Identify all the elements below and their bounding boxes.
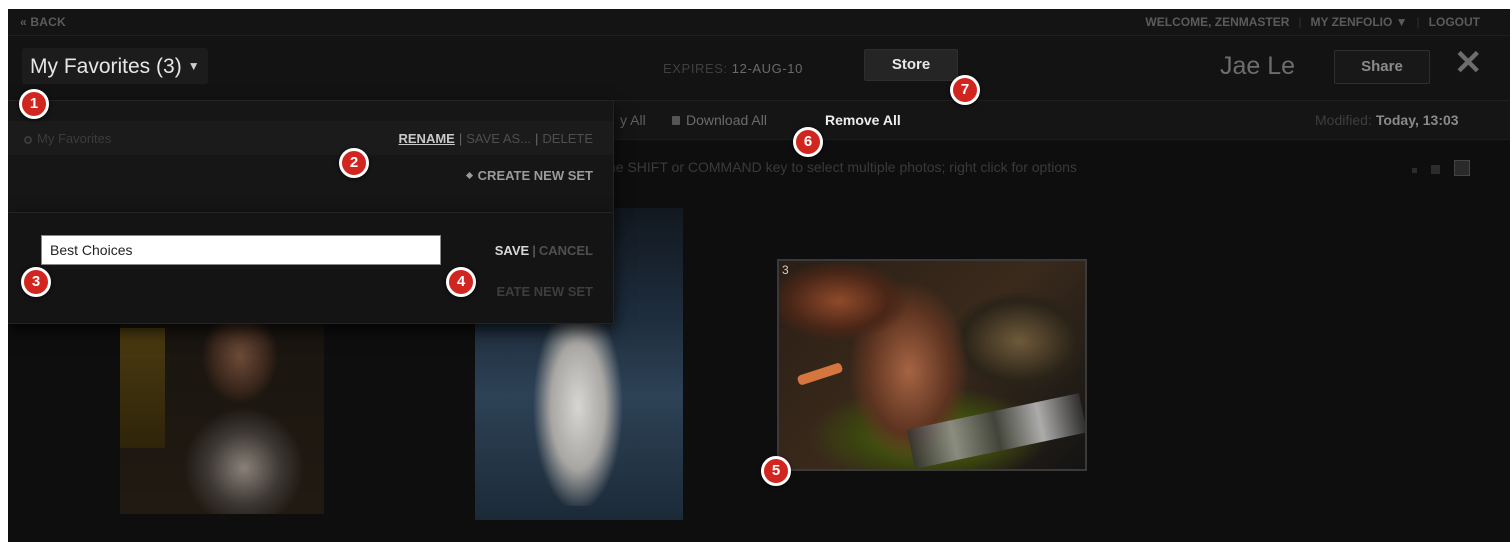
save-as-link[interactable]: SAVE AS... (466, 131, 531, 146)
create-new-set-link[interactable]: CREATE NEW SET (465, 168, 593, 183)
selected-photo-thumbnail[interactable]: 3 (777, 259, 1087, 471)
collection-header: My Favorites (3) ▼ EXPIRES: 12-AUG-10 Stor… (8, 36, 1510, 100)
create-new-set-link-partial[interactable]: EATE NEW SET (496, 284, 593, 299)
account-menu: WELCOME, ZENMASTER | MY ZENFOLIO ▼ | LOG… (1145, 15, 1480, 29)
large-thumbnails-icon[interactable] (1454, 160, 1470, 176)
callout-marker: 6 (793, 127, 823, 157)
photo-detail (533, 296, 623, 506)
favorites-set-row[interactable]: My Favorites RENAME | SAVE AS... | DELETE (8, 121, 613, 155)
store-button[interactable]: Store (864, 49, 958, 81)
favorites-dropdown: My Favorites RENAME | SAVE AS... | DELETE CR… (8, 100, 614, 216)
medium-thumbnails-icon[interactable] (1431, 165, 1440, 174)
small-thumbnails-icon[interactable] (1412, 168, 1417, 173)
expires-value: 12-AUG-10 (731, 61, 803, 76)
photo-number: 3 (782, 263, 789, 277)
callout-marker: 5 (761, 456, 791, 486)
close-icon[interactable]: ✕ (1454, 46, 1483, 80)
photo-detail (120, 328, 165, 448)
page-title: My Favorites (3) (30, 55, 182, 78)
thumbnail-size-controls (1412, 160, 1470, 176)
set-actions: RENAME | SAVE AS... | DELETE (398, 131, 594, 146)
selection-hint: he SHIFT or COMMAND key to select multip… (608, 159, 1077, 175)
diamond-icon (465, 171, 473, 180)
rename-actions: SAVE | CANCEL (494, 243, 593, 258)
radio-icon (24, 136, 32, 144)
callout-marker: 2 (339, 148, 369, 178)
welcome-text: WELCOME, ZENMASTER (1145, 15, 1290, 29)
download-all-button[interactable]: Download All (672, 112, 767, 128)
divider: | (1298, 15, 1302, 29)
expires-label: EXPIRES: (663, 61, 728, 76)
my-zenfolio-menu[interactable]: MY ZENFOLIO ▼ (1311, 15, 1408, 29)
rename-link[interactable]: RENAME (399, 131, 455, 146)
set-name: My Favorites (24, 131, 111, 146)
callout-marker: 1 (19, 89, 49, 119)
callout-marker: 7 (950, 75, 980, 105)
top-utility-bar: « BACK WELCOME, ZENMASTER | MY ZENFOLIO … (8, 9, 1510, 36)
share-button[interactable]: Share (1334, 50, 1430, 84)
chevron-down-icon: ▼ (1395, 15, 1408, 29)
rename-panel: SAVE|CANCEL EATE NEW SET (8, 212, 614, 324)
caret-down-icon: ▼ (187, 59, 200, 73)
lock-icon (672, 116, 680, 125)
gallery-window: « BACK WELCOME, ZENMASTER | MY ZENFOLIO … (8, 9, 1510, 542)
photo-detail (906, 393, 1085, 469)
save-link[interactable]: SAVE (495, 243, 529, 258)
back-link[interactable]: « BACK (20, 15, 66, 29)
remove-all-button[interactable]: Remove All (825, 112, 901, 128)
favorites-set-selector[interactable]: My Favorites (3) ▼ (22, 48, 208, 84)
divider: | (1416, 15, 1420, 29)
callout-marker: 4 (446, 267, 476, 297)
modified-info: Modified: Today, 13:03 (1315, 112, 1459, 128)
logout-link[interactable]: LOGOUT (1429, 15, 1480, 29)
owner-name: Jae Le (1220, 52, 1296, 80)
modified-value: Today, 13:03 (1375, 112, 1459, 128)
photo-detail (796, 362, 844, 386)
set-name-input[interactable] (41, 235, 441, 265)
expiry-info: EXPIRES: 12-AUG-10 (663, 61, 803, 76)
callout-marker: 3 (21, 267, 51, 297)
view-all-link[interactable]: y All (620, 112, 646, 128)
delete-link[interactable]: DELETE (542, 131, 593, 146)
cancel-link[interactable]: CANCEL (539, 243, 593, 258)
